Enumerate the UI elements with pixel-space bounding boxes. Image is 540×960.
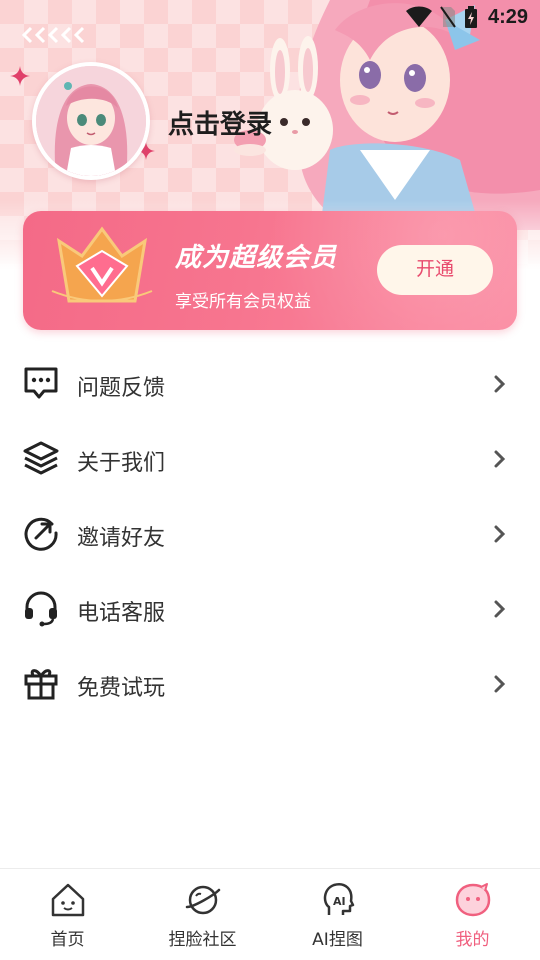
tab-home[interactable]: 首页: [0, 869, 135, 960]
menu-item-label: 免费试玩: [77, 676, 166, 701]
vip-title: 成为超级会员: [175, 243, 338, 273]
vip-card[interactable]: 成为超级会员 享受所有会员权益 开通: [23, 211, 517, 330]
gift-icon: [24, 669, 58, 700]
menu-item-feedback[interactable]: 问题反馈: [0, 346, 540, 421]
tab-community[interactable]: 捏脸社区: [135, 869, 270, 960]
menu-item-phone-support[interactable]: 电话客服: [0, 571, 540, 646]
tab-label: 捏脸社区: [168, 930, 237, 950]
chevron-right-icon: [494, 525, 506, 543]
avatar[interactable]: [32, 62, 150, 180]
menu-item-label: 电话客服: [77, 601, 166, 626]
feedback-message-icon: [24, 367, 58, 399]
battery-icon: [465, 6, 477, 28]
wifi-icon: [406, 6, 432, 27]
status-time: 4:29: [487, 6, 528, 28]
chevron-right-icon: [494, 675, 506, 693]
menu-item-label: 邀请好友: [77, 526, 166, 551]
chevrons-decoration-icon: [22, 26, 85, 44]
home-icon: [51, 883, 84, 917]
chevron-right-icon: [494, 375, 506, 393]
sparkle-icon: [10, 66, 30, 86]
tab-mine[interactable]: 我的: [405, 869, 540, 960]
menu-item-label: 关于我们: [77, 451, 166, 476]
svg-text:AI: AI: [333, 895, 346, 908]
chevron-right-icon: [494, 450, 506, 468]
no-sim-icon: [440, 6, 456, 28]
menu-item-invite[interactable]: 邀请好友: [0, 496, 540, 571]
menu-item-about[interactable]: 关于我们: [0, 421, 540, 496]
chevron-right-icon: [494, 600, 506, 618]
smiley-bubble-icon: [455, 883, 490, 917]
tab-label: 我的: [455, 930, 490, 950]
tab-ai-face[interactable]: AI AI捏图: [270, 869, 405, 960]
share-arrow-icon: [24, 517, 58, 551]
status-icons: [406, 6, 478, 28]
vip-subtitle: 享受所有会员权益: [175, 292, 311, 312]
open-vip-button[interactable]: 开通: [377, 245, 493, 295]
login-prompt[interactable]: 点击登录: [168, 104, 272, 141]
tab-label: 首页: [50, 930, 85, 950]
avatar-illustration: [36, 66, 146, 176]
tab-label: AI捏图: [312, 930, 363, 950]
bottom-nav: 首页 捏脸社区 AI AI捏图 我的: [0, 868, 540, 960]
settings-menu: 问题反馈 关于我们 邀请好友 电话客服 免费试玩: [0, 346, 540, 721]
headset-icon: [25, 591, 57, 627]
layers-icon: [23, 441, 59, 475]
ai-head-icon: AI: [323, 883, 354, 915]
menu-item-free-trial[interactable]: 免费试玩: [0, 646, 540, 721]
menu-item-label: 问题反馈: [77, 376, 166, 401]
planet-icon: [185, 885, 220, 915]
vip-diamond-crown-icon: [51, 226, 153, 303]
